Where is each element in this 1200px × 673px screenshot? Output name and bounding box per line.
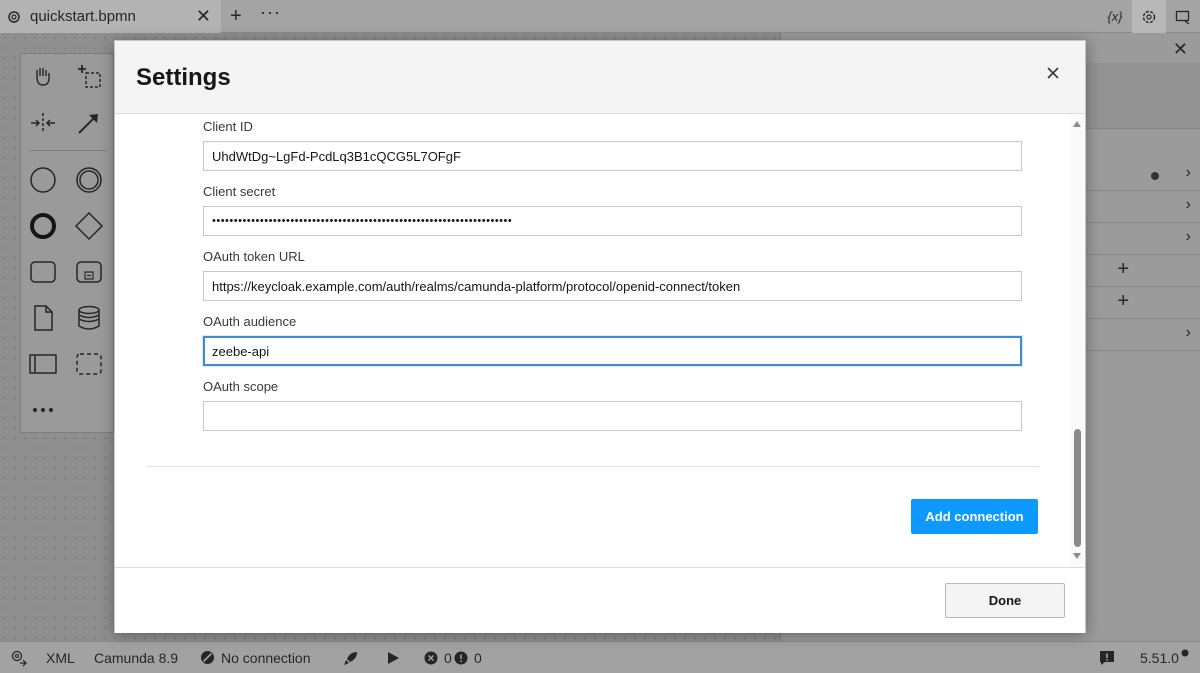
engine-version[interactable]: Camunda 8.9 (94, 642, 200, 673)
data-store-icon[interactable] (74, 303, 104, 333)
update-dot-icon (1181, 649, 1189, 656)
chevron-right-icon: › (1185, 228, 1191, 245)
group-icon[interactable] (74, 349, 104, 379)
task-icon[interactable] (28, 257, 58, 287)
close-tab-icon[interactable]: ✕ (196, 6, 211, 27)
close-panel-icon[interactable]: ✕ (1173, 39, 1188, 60)
start-instance-play-icon[interactable] (386, 642, 424, 673)
app-version[interactable]: 5.51.0 (1140, 642, 1195, 673)
errors-indicator[interactable]: 0 (424, 642, 454, 673)
add-icon[interactable]: + (1117, 258, 1129, 281)
warnings-count: 0 (474, 649, 482, 666)
error-icon (424, 651, 438, 664)
modal-footer: Done (115, 567, 1085, 633)
gear-icon (8, 10, 20, 23)
settings-gear-icon[interactable] (1132, 0, 1166, 33)
status-bar: XML Camunda 8.9 No connection 0 0 5.51.0 (0, 641, 1200, 673)
variables-icon[interactable]: {x} (1098, 0, 1132, 33)
done-button[interactable]: Done (945, 583, 1065, 618)
more-tabs-icon[interactable]: ··· (260, 2, 281, 23)
modal-body: Client ID Client secret OAuth token URL … (115, 115, 1085, 567)
warnings-indicator[interactable]: 0 (454, 642, 488, 673)
subprocess-icon[interactable] (74, 257, 104, 287)
new-tab-button[interactable]: + (230, 5, 242, 28)
pool-icon[interactable] (28, 349, 58, 379)
status-dot-icon (1151, 172, 1159, 180)
more-tools-icon[interactable] (28, 395, 58, 425)
close-icon[interactable] (1043, 63, 1063, 83)
no-connection-icon (201, 651, 214, 664)
settings-modal: Settings Client ID Client secret OAuth t… (114, 40, 1086, 633)
errors-count: 0 (444, 649, 452, 666)
app-version-label: 5.51.0 (1140, 649, 1179, 666)
chevron-right-icon: › (1185, 324, 1191, 341)
oauth-audience-input[interactable] (203, 336, 1022, 366)
modal-header: Settings (115, 41, 1085, 114)
start-event-icon[interactable] (28, 165, 58, 195)
add-connection-button[interactable]: Add connection (911, 499, 1038, 534)
warning-icon (454, 651, 468, 664)
client-secret-label: Client secret (203, 184, 276, 199)
deploy-panel-icon[interactable] (1166, 0, 1200, 33)
oauth-scope-input[interactable] (203, 401, 1022, 431)
xml-button[interactable]: XML (46, 642, 94, 673)
connection-status-label: No connection (221, 649, 311, 666)
oauth-token-url-input[interactable] (203, 271, 1022, 301)
oauth-token-url-label: OAuth token URL (203, 249, 305, 264)
settings-status-icon[interactable] (10, 642, 46, 673)
intermediate-event-icon[interactable] (74, 165, 104, 195)
gateway-icon[interactable] (74, 211, 104, 241)
chevron-right-icon: › (1185, 164, 1191, 181)
tab-title: quickstart.bpmn (30, 8, 136, 25)
client-id-input[interactable] (203, 141, 1022, 171)
end-event-icon[interactable] (28, 211, 58, 241)
lasso-tool-icon[interactable] (74, 61, 104, 91)
chevron-right-icon: › (1185, 196, 1191, 213)
divider (146, 466, 1039, 467)
client-secret-input[interactable] (203, 206, 1022, 236)
modal-title: Settings (136, 64, 231, 91)
oauth-audience-label: OAuth audience (203, 314, 297, 329)
connect-tool-icon[interactable] (74, 108, 104, 138)
tab-bar: quickstart.bpmn ✕ + ··· {x} (0, 0, 1200, 33)
hand-tool-icon[interactable] (28, 61, 58, 91)
client-id-label: Client ID (203, 119, 253, 134)
connection-status[interactable]: No connection (200, 642, 342, 673)
tab-quickstart[interactable]: quickstart.bpmn ✕ (0, 0, 221, 33)
scroll-down-arrow-icon[interactable] (1073, 553, 1081, 559)
scrollbar-thumb[interactable] (1074, 429, 1081, 547)
add-icon[interactable]: + (1117, 290, 1129, 313)
tool-palette (20, 53, 114, 433)
oauth-scope-label: OAuth scope (203, 379, 279, 394)
data-object-icon[interactable] (28, 303, 58, 333)
feedback-icon[interactable] (1098, 642, 1122, 673)
scroll-up-arrow-icon[interactable] (1073, 121, 1081, 127)
deploy-rocket-icon[interactable] (342, 642, 386, 673)
space-tool-icon[interactable] (28, 108, 58, 138)
